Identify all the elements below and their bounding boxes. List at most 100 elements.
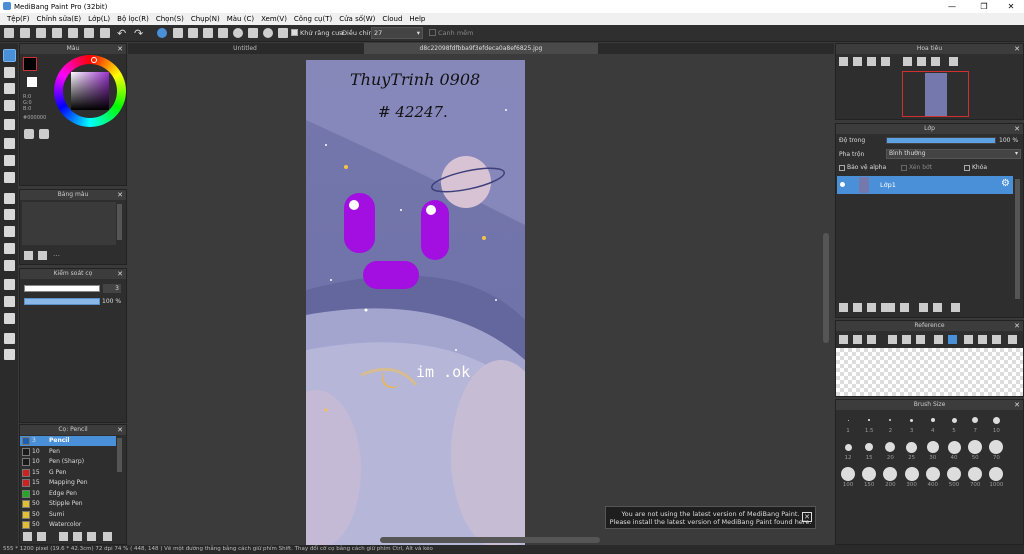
menu-select[interactable]: Chọn(S): [156, 15, 184, 23]
fit-icon[interactable]: [902, 335, 911, 344]
menu-layer[interactable]: Lớp(L): [88, 15, 110, 23]
close-icon[interactable]: ✕: [1014, 44, 1020, 54]
brush-size-value[interactable]: 3: [103, 284, 121, 293]
brush-size-preset[interactable]: 7: [965, 410, 985, 440]
brush-size-preset[interactable]: 15: [859, 437, 879, 467]
brush-size-preset[interactable]: 10: [986, 410, 1006, 440]
new-folder-layer-icon[interactable]: [867, 303, 876, 312]
clear-layer-icon[interactable]: [933, 303, 942, 312]
color-mode-icon[interactable]: [39, 129, 49, 139]
close-icon[interactable]: ✕: [117, 44, 123, 54]
menu-tools[interactable]: Công cụ(T): [294, 15, 332, 23]
snap-radial-icon[interactable]: [218, 28, 228, 38]
select-eraser-icon[interactable]: [4, 260, 15, 271]
blend-select[interactable]: Bình thường ▾: [886, 149, 1021, 159]
menu-file[interactable]: Tệp(F): [7, 15, 30, 23]
rotate-left-icon[interactable]: [903, 57, 912, 66]
fit-icon[interactable]: [867, 57, 876, 66]
palette-scrollbar[interactable]: [117, 204, 122, 240]
brush-size-preset[interactable]: 20: [880, 437, 900, 467]
menu-edit[interactable]: Chỉnh sửa(E): [37, 15, 82, 23]
actual-size-icon[interactable]: [881, 57, 890, 66]
clip-checkbox[interactable]: [901, 165, 907, 171]
brush-size-preset[interactable]: 40: [944, 437, 964, 467]
layer-row[interactable]: Lớp1 ⚙: [837, 176, 1013, 194]
brush-size-preset[interactable]: 2: [880, 410, 900, 440]
rotate-right-icon[interactable]: [992, 335, 1001, 344]
close-button[interactable]: ✕: [996, 0, 1024, 13]
rotate-left-icon[interactable]: [964, 335, 973, 344]
brush-size-preset[interactable]: 100: [838, 464, 858, 494]
lock-checkbox[interactable]: [964, 165, 970, 171]
saturation-square[interactable]: [71, 72, 109, 110]
menu-filter[interactable]: Bộ lọc(R): [117, 15, 149, 23]
brush-size-preset[interactable]: 25: [902, 437, 922, 467]
gradient-tool-icon[interactable]: [4, 172, 15, 183]
pen-tool-icon[interactable]: [3, 49, 16, 62]
layer-opacity-slider[interactable]: [886, 137, 996, 144]
snap-settings-icon[interactable]: [278, 28, 288, 38]
magic-wand-icon[interactable]: [4, 226, 15, 237]
zoom-in-icon[interactable]: [839, 57, 848, 66]
palette-icon[interactable]: [24, 129, 34, 139]
rotate-right-icon[interactable]: [931, 57, 940, 66]
menu-view[interactable]: Xem(V): [261, 15, 287, 23]
brush-size-preset[interactable]: 400: [923, 464, 943, 494]
new-file-icon[interactable]: [4, 28, 14, 38]
shape-tool-icon[interactable]: [4, 83, 15, 94]
brush-size-preset[interactable]: 70: [986, 437, 1006, 467]
frame-tool-icon[interactable]: [4, 296, 15, 307]
protect-alpha-checkbox[interactable]: [839, 165, 845, 171]
menu-cloud[interactable]: Cloud: [382, 15, 402, 23]
zoom-out-icon[interactable]: [853, 57, 862, 66]
grid-icon[interactable]: [84, 28, 94, 38]
gear-icon[interactable]: ⚙: [1001, 178, 1010, 189]
brush-size-slider[interactable]: [24, 285, 100, 292]
snap-circle-icon[interactable]: [233, 28, 243, 38]
navigator-viewport[interactable]: [902, 71, 969, 117]
copy-brush-icon[interactable]: [59, 532, 68, 541]
artwork-canvas[interactable]: ThuyTrinh 0908 # 42247. im .ok: [306, 60, 525, 545]
merge-layer-icon[interactable]: [919, 303, 928, 312]
tab-untitled[interactable]: Untitled: [128, 43, 362, 54]
close-icon[interactable]: ✕: [117, 425, 123, 435]
brush-scrollbar[interactable]: [117, 438, 122, 472]
update-notice[interactable]: You are not using the latest version of …: [605, 506, 816, 529]
tab-current-file[interactable]: d8c22098fdfbba9f3efdeca0a8ef6825.jpg: [364, 43, 598, 54]
select-pen-icon[interactable]: [4, 243, 15, 254]
flip-icon[interactable]: [1008, 335, 1017, 344]
open-file-icon[interactable]: [20, 28, 30, 38]
reference-open-icon[interactable]: [839, 335, 848, 344]
reference-canvas[interactable]: [836, 348, 1023, 396]
cloud-icon[interactable]: [52, 28, 62, 38]
menu-capture[interactable]: Chụp(N): [191, 15, 220, 23]
add-brush-icon[interactable]: [23, 532, 32, 541]
zoom-in-icon[interactable]: [888, 335, 897, 344]
bucket-tool-icon[interactable]: [4, 155, 15, 166]
snap-cross-icon[interactable]: [188, 28, 198, 38]
layer-scrollbar[interactable]: [1015, 179, 1020, 299]
add-palette-icon[interactable]: [24, 251, 33, 260]
palette-swatch-area[interactable]: [22, 202, 116, 245]
adjust-select[interactable]: 27 ▾: [371, 27, 423, 39]
eyedropper-icon[interactable]: [4, 313, 15, 324]
brush-size-preset[interactable]: 700: [965, 464, 985, 494]
brush-size-preset[interactable]: 500: [944, 464, 964, 494]
brush-size-preset[interactable]: 30: [923, 437, 943, 467]
brush-opacity-slider[interactable]: [24, 298, 100, 305]
text-tool-icon[interactable]: [4, 279, 15, 290]
brush-menu-icon[interactable]: [37, 532, 46, 541]
delete-brush-icon[interactable]: [103, 532, 112, 541]
brush-item[interactable]: 50 Stipple Pen: [20, 499, 116, 509]
new-layer-icon[interactable]: [839, 303, 848, 312]
canvas-vertical-scrollbar[interactable]: [823, 233, 829, 343]
cloud-brush-icon[interactable]: [87, 532, 96, 541]
select-rect-icon[interactable]: [4, 193, 15, 204]
brush-size-preset[interactable]: 50: [965, 437, 985, 467]
snap-curve-icon[interactable]: [248, 28, 258, 38]
move-tool-icon[interactable]: [4, 119, 15, 130]
hand-tool-icon[interactable]: [4, 349, 15, 360]
brush-item[interactable]: 50 Watercolor: [20, 520, 116, 529]
snap-parallel-icon[interactable]: [173, 28, 183, 38]
snap-off-icon[interactable]: [157, 28, 167, 38]
